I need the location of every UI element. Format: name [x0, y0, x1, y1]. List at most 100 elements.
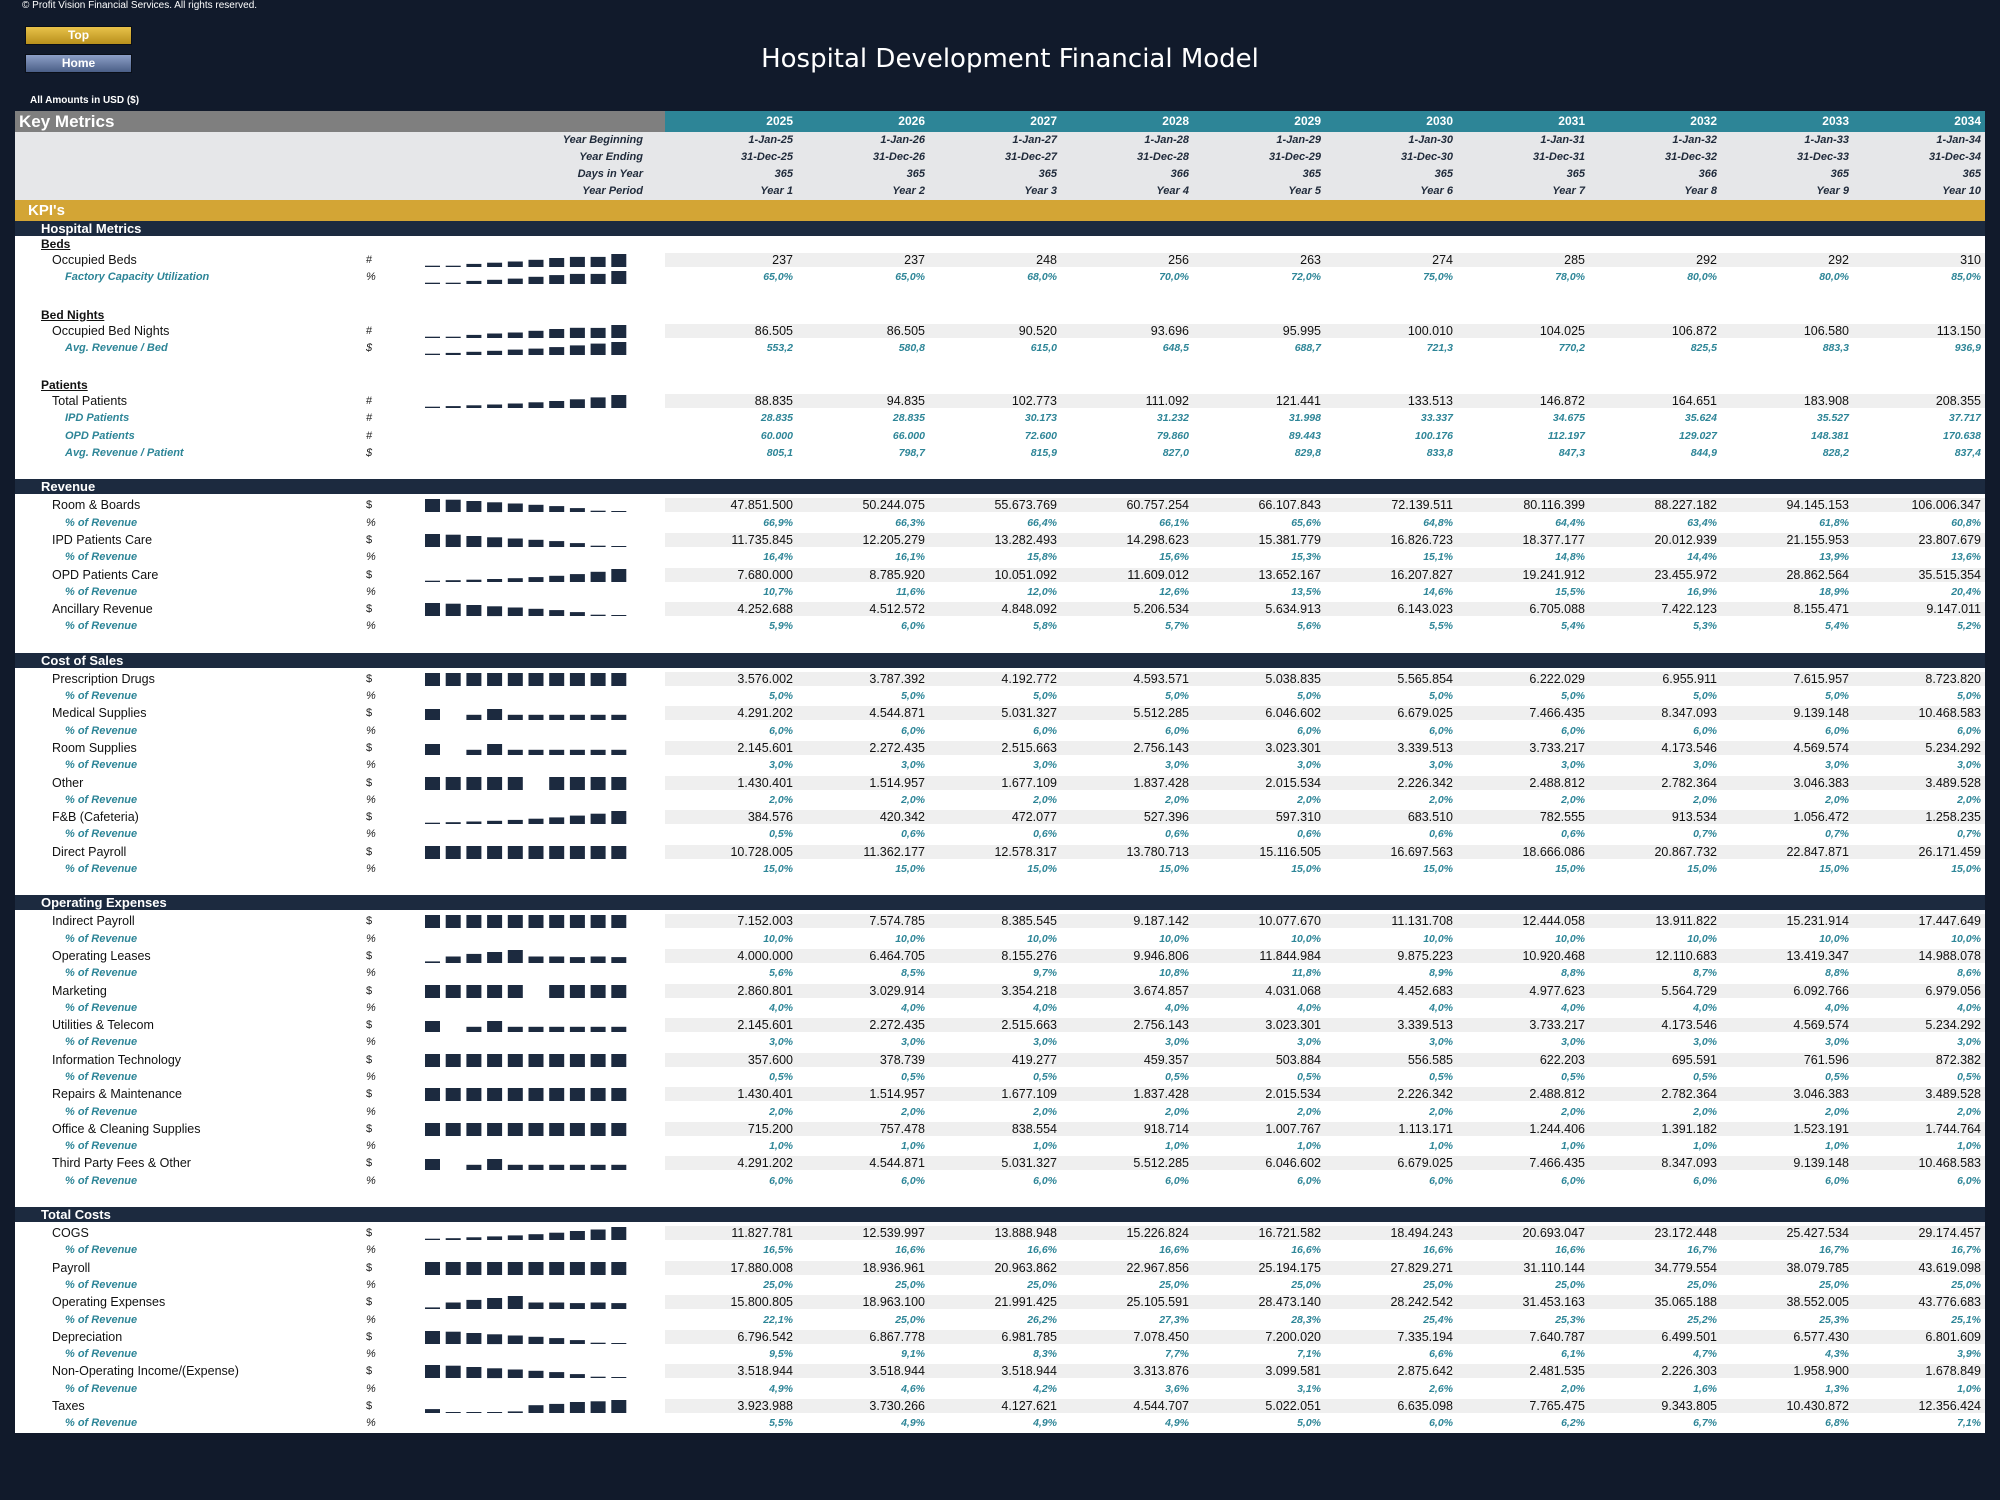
sparkline-bar — [445, 672, 461, 686]
unit-label: $ — [366, 1261, 373, 1274]
sparkline-bar — [569, 672, 585, 686]
row-label: % of Revenue — [65, 1036, 138, 1049]
sparkline-bar — [528, 539, 544, 547]
sparkline-bar — [569, 1122, 585, 1136]
sparkline — [425, 743, 627, 755]
value-cell: 10,0% — [1951, 932, 1981, 945]
value-cell: 7.466.435 — [1529, 1156, 1585, 1171]
sparkline-bar — [590, 545, 606, 547]
sparkline-bar — [569, 715, 585, 721]
unit-label: % — [366, 1348, 376, 1361]
value-cell: 15,0% — [1027, 863, 1057, 876]
value-cell: 472.077 — [1011, 810, 1057, 825]
value-cell: 2,0% — [1429, 793, 1453, 806]
top-button[interactable]: Top — [25, 26, 132, 45]
value-cell: 5,0% — [1165, 690, 1189, 703]
sparkline-bar — [549, 1088, 565, 1102]
value-cell: 4,9% — [769, 1382, 793, 1395]
value-cell: 2.226.342 — [1397, 775, 1453, 790]
sparkline — [425, 1021, 627, 1033]
sparkline-bar — [590, 672, 606, 686]
value-cell: 527.396 — [1143, 810, 1189, 825]
value-cell: 133.513 — [1407, 394, 1453, 409]
value-cell: 13,9% — [1819, 551, 1849, 564]
value-cell: 782.555 — [1539, 810, 1585, 825]
sparkline-bar — [549, 1122, 565, 1136]
value-cell: 1.514.957 — [869, 1087, 925, 1102]
sparkline-bar — [466, 535, 482, 547]
row-label: Utilities & Telecom — [52, 1018, 154, 1033]
value-cell: 66,4% — [1027, 516, 1057, 529]
row-label: % of Revenue — [65, 1174, 138, 1187]
sparkline-bar — [569, 1339, 585, 1344]
value-cell: 8,7% — [1693, 967, 1717, 980]
value-cell: 4.544.871 — [869, 706, 925, 721]
info-value: 365 — [1434, 168, 1453, 180]
value-cell: 5,0% — [1033, 690, 1057, 703]
value-cell: 33.337 — [1420, 412, 1453, 425]
sparkline-bar — [590, 1165, 606, 1171]
row-label: Avg. Revenue / Bed — [65, 341, 168, 354]
sparkline-bar — [466, 1261, 482, 1275]
value-cell: 695.591 — [1671, 1052, 1717, 1067]
value-cell: 15,0% — [1819, 863, 1849, 876]
sparkline-bar — [590, 1026, 606, 1033]
value-cell: 847,3 — [1558, 447, 1585, 460]
sparkline-bar — [466, 953, 482, 963]
value-cell: 2,0% — [1957, 1105, 1981, 1118]
value-cell: 827,0 — [1162, 447, 1189, 460]
value-cell: 15.116.505 — [1259, 844, 1321, 859]
value-cell: 1.391.182 — [1661, 1121, 1717, 1136]
value-cell: 25,0% — [1423, 1278, 1453, 1291]
value-cell: 7.422.123 — [1661, 602, 1717, 617]
sparkline-bar — [611, 511, 627, 513]
value-cell: 5.031.327 — [1001, 706, 1057, 721]
value-cell: 9.187.142 — [1133, 914, 1189, 929]
value-cell: 6,0% — [1825, 724, 1849, 737]
value-cell: 111.092 — [1145, 394, 1189, 409]
value-cell: 25,0% — [895, 1313, 925, 1326]
value-cell: 2,0% — [1165, 793, 1189, 806]
value-cell: 2,0% — [1165, 1105, 1189, 1118]
sparkline-bar — [611, 1342, 627, 1344]
unit-label: $ — [366, 1330, 373, 1343]
sparkline-bar — [507, 949, 523, 963]
value-cell: 7.466.435 — [1529, 706, 1585, 721]
value-cell: 20.693.047 — [1522, 1226, 1585, 1241]
value-cell: 4,0% — [1429, 1001, 1453, 1014]
value-cell: 2.145.601 — [737, 740, 793, 755]
value-cell: 3.518.944 — [1001, 1364, 1057, 1379]
value-cell: 6.222.029 — [1529, 671, 1585, 686]
value-cell: 0,5% — [1693, 1070, 1717, 1083]
value-cell: 3,1% — [1297, 1382, 1321, 1395]
value-cell: 12.444.058 — [1522, 914, 1585, 929]
value-cell: 10.430.872 — [1786, 1399, 1849, 1414]
value-cell: 3.923.988 — [737, 1399, 793, 1414]
value-cell: 15,1% — [1423, 551, 1453, 564]
value-cell: 2,0% — [1297, 793, 1321, 806]
row-label: Medical Supplies — [52, 706, 147, 721]
row-label: % of Revenue — [65, 1244, 138, 1257]
unit-label: $ — [366, 915, 373, 928]
row-label: % of Revenue — [65, 759, 138, 772]
sparkline-bar — [487, 578, 503, 582]
value-cell: 2.481.535 — [1529, 1364, 1585, 1379]
sparkline-bar — [549, 984, 565, 998]
value-cell: 4,0% — [1165, 1001, 1189, 1014]
value-cell: 2.782.364 — [1661, 775, 1717, 790]
sparkline-bar — [611, 545, 627, 547]
value-cell: 553,2 — [766, 341, 793, 354]
row-label: % of Revenue — [65, 1313, 138, 1326]
sparkline-bar — [507, 1235, 523, 1241]
value-cell: 9,7% — [1033, 967, 1057, 980]
value-cell: 35.527 — [1816, 412, 1849, 425]
value-cell: 25,0% — [763, 1278, 793, 1291]
value-cell: 5,0% — [1297, 1417, 1321, 1430]
sparkline-bar — [466, 1053, 482, 1067]
unit-label: % — [366, 1036, 376, 1049]
value-cell: 129.027 — [1679, 429, 1717, 442]
sparkline-bar — [528, 608, 544, 617]
sparkline-bar — [611, 984, 627, 998]
value-cell: 5,3% — [1693, 620, 1717, 633]
metric-row: Marketing $2.860.801 3.029.914 3.354.218 3.6… — [15, 983, 1985, 1000]
